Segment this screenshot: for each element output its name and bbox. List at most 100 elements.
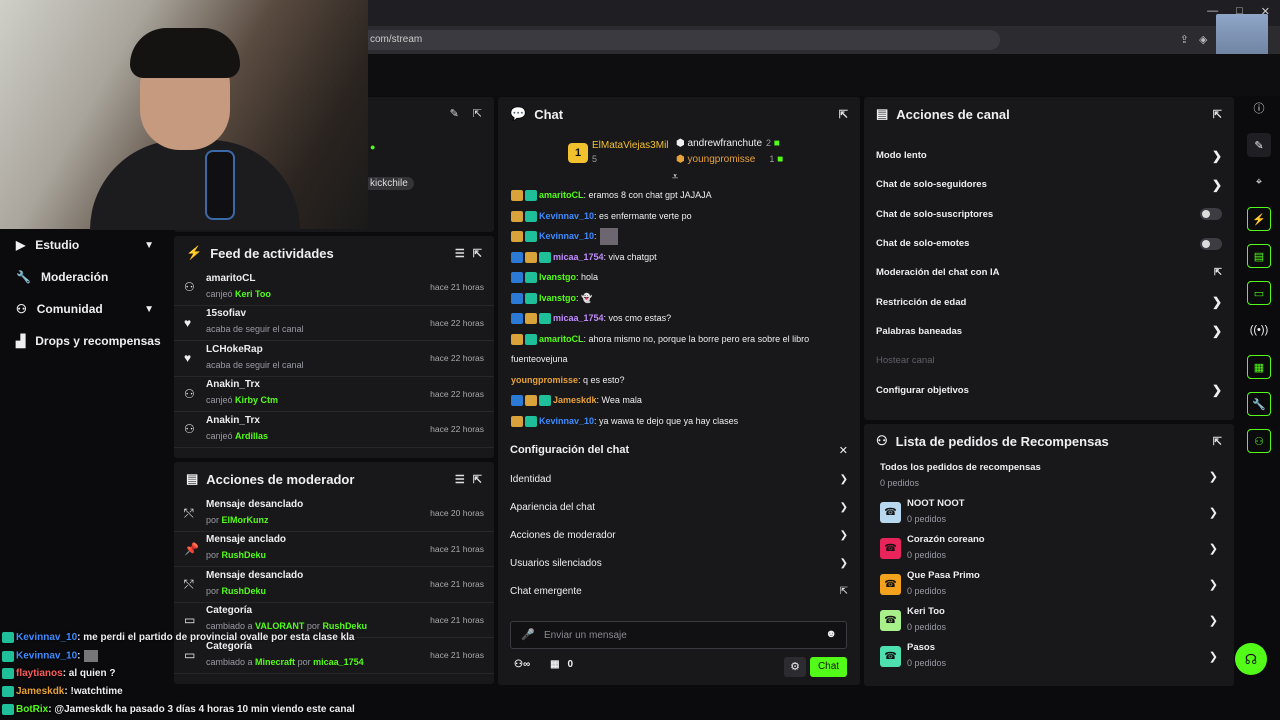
leader-name[interactable]: ⬢ andrewfranchute 2 ■ <box>676 138 780 149</box>
feed-user[interactable]: Anakin_Trx <box>206 415 430 426</box>
filter-icon[interactable]: ☰ <box>455 247 465 260</box>
feed-item[interactable]: ⚇ amaritoCL canjeó Keri Too hace 21 hora… <box>174 270 494 306</box>
chat-username[interactable]: Ivanstgo <box>539 272 576 282</box>
sidebar-item-comunidad[interactable]: ⚇ Comunidad ▼ <box>0 293 170 325</box>
collapse-icon[interactable]: ⩡ <box>672 171 678 184</box>
info-icon[interactable]: ⓘ <box>1247 96 1271 120</box>
chat-username[interactable]: amaritoCL <box>539 190 584 200</box>
sidebar-item-estudio[interactable]: ▶ Estudio ▼ <box>0 229 170 261</box>
toggle-switch[interactable] <box>1200 208 1222 221</box>
popout-icon[interactable]: ⇱ <box>1213 108 1222 121</box>
chat-message[interactable]: Kevinnav_10: <box>498 226 860 247</box>
wrench-icon[interactable]: 🔧 <box>1247 392 1271 416</box>
mod-action-item[interactable]: ▭ Categoría cambiado a Minecraft por mica… <box>174 638 494 674</box>
chat-username[interactable]: Ivanstgo <box>539 293 576 303</box>
chat-config-item[interactable]: Identidad ❯ <box>498 465 860 493</box>
filter-icon[interactable]: ☰ <box>455 473 465 486</box>
feed-item[interactable]: ⚇ Anakin_Trx canjeó Ardillas hace 22 hor… <box>174 412 494 448</box>
feed-item[interactable]: ♥ LCHokeRap acaba de seguir el canal hac… <box>174 341 494 377</box>
popout-icon[interactable]: ⇱ <box>839 108 848 121</box>
chat-config-item[interactable]: Usuarios silenciados ❯ <box>498 549 860 577</box>
channel-action-item[interactable]: Modo lento ❯ <box>864 141 1234 170</box>
store-icon[interactable]: ▦ <box>550 659 559 670</box>
chat-input[interactable]: 🎤 Enviar un mensaje ☻ <box>510 621 847 649</box>
focus-icon[interactable]: ⌖ <box>1247 170 1271 194</box>
microphone-icon[interactable]: 🎤 <box>521 628 535 641</box>
popout-icon[interactable]: ⇱ <box>473 247 482 260</box>
chat-message[interactable]: amaritoCL: eramos 8 con chat gpt JAJAJA <box>498 185 860 206</box>
chat-username[interactable]: amaritoCL <box>539 334 584 344</box>
chat-config-item[interactable]: Acciones de moderador ❯ <box>498 521 860 549</box>
channel-action-item[interactable]: Chat de solo-seguidores ❯ <box>864 170 1234 199</box>
chat-message[interactable]: amaritoCL: ahora mismo no, porque la bor… <box>498 329 860 350</box>
reward-item[interactable]: ☎ NOOT NOOT 0 pedidos ❯ <box>864 494 1234 530</box>
chat-message[interactable]: Ivanstgo: hola <box>498 267 860 288</box>
channel-action-item[interactable]: Configurar objetivos ❯ <box>864 375 1234 404</box>
chat-username[interactable]: Kevinnav_10 <box>539 416 594 426</box>
reward-item[interactable]: ☎ Keri Too 0 pedidos ❯ <box>864 602 1234 638</box>
feed-user[interactable]: amaritoCL <box>206 273 430 284</box>
support-button[interactable]: ☊ <box>1235 643 1267 675</box>
leader-name[interactable]: ElMataViejas3Mil <box>592 140 669 151</box>
bolt-icon[interactable]: ⚡ <box>1247 207 1271 231</box>
chat-username[interactable]: Jameskdk <box>553 395 597 405</box>
chat-username[interactable]: youngpromisse <box>511 375 578 385</box>
chat-message[interactable]: youngpromisse: q es esto? <box>498 370 860 391</box>
share-icon[interactable]: ⇪ <box>1180 33 1189 46</box>
feed-reward: Kirby Ctm <box>235 395 279 406</box>
shield-icon[interactable]: ◈ <box>1199 33 1207 46</box>
reward-item[interactable]: ☎ Corazón coreano 0 pedidos ❯ <box>864 530 1234 566</box>
feed-user[interactable]: Anakin_Trx <box>206 379 430 390</box>
chat-message[interactable]: Kevinnav_10: es enfermante verte po <box>498 206 860 227</box>
channel-action-item[interactable]: Moderación del chat con IA ⇱ <box>864 258 1234 287</box>
feed-item[interactable]: ♥ 15sofiav acaba de seguir el canal hace… <box>174 306 494 341</box>
channel-action-item[interactable]: Chat de solo-emotes <box>864 229 1234 258</box>
popout-icon[interactable]: ⇱ <box>1213 435 1222 448</box>
toggle-switch[interactable] <box>1200 237 1222 250</box>
close-icon[interactable]: ✕ <box>839 444 848 457</box>
feed-user[interactable]: 15sofiav <box>206 308 430 319</box>
address-bar[interactable]: com/stream <box>360 30 1000 50</box>
sidebar-item-drops[interactable]: ▟ Drops y recompensas <box>0 325 170 357</box>
chat-config-item[interactable]: Apariencia del chat ❯ <box>498 493 860 521</box>
chat-config-item[interactable]: Chat emergente ⇱ <box>498 577 860 605</box>
feed-user[interactable]: LCHokeRap <box>206 344 430 355</box>
chat-bubble-icon[interactable]: ▭ <box>1247 281 1271 305</box>
emote-icon[interactable]: ☻ <box>825 628 837 640</box>
all-rewards-item[interactable]: Todos los pedidos de recompensas 0 pedido… <box>864 458 1234 494</box>
popout-icon[interactable]: ⇱ <box>473 473 482 486</box>
notes-icon[interactable]: ▤ <box>1247 244 1271 268</box>
reward-icon[interactable]: ⚇ <box>1247 429 1271 453</box>
chat-username[interactable]: Kevinnav_10 <box>539 231 594 241</box>
chat-message[interactable]: micaa_1754: vos cmo estas? <box>498 308 860 329</box>
pencil-icon[interactable]: ✎ <box>1247 133 1271 157</box>
settings-icon[interactable]: ⚙ <box>784 657 806 677</box>
chat-message[interactable]: Kevinnav_10: ya wawa te dejo que ya hay … <box>498 411 860 432</box>
edit-icon[interactable]: ✎ <box>450 107 459 120</box>
chat-username[interactable]: micaa_1754 <box>553 313 604 323</box>
reward-item[interactable]: ☎ Que Pasa Primo 0 pedidos ❯ <box>864 566 1234 602</box>
tv-icon[interactable]: ▦ <box>1247 355 1271 379</box>
mod-action-item[interactable]: ⤲ Mensaje desanclado por ElMorKunz hace 2… <box>174 496 494 532</box>
chat-message[interactable]: fuenteovejuna <box>498 349 860 370</box>
popout-icon[interactable]: ⇱ <box>473 107 482 120</box>
feed-item[interactable]: ⚇ Anakin_Trx canjeó Kirby Ctm hace 22 ho… <box>174 377 494 412</box>
chat-message[interactable]: Ivanstgo: 👻 <box>498 288 860 309</box>
channel-action-item[interactable]: Chat de solo-suscriptores <box>864 200 1234 229</box>
leader-name[interactable]: ⬢ youngpromisse 1 ■ <box>676 154 783 165</box>
mod-action-item[interactable]: 📌 Mensaje anclado por RushDeku hace 21 ho… <box>174 532 494 567</box>
reward-item[interactable]: ☎ Pasos 0 pedidos ❯ <box>864 638 1234 674</box>
chat-message[interactable]: micaa_1754: viva chatgpt <box>498 247 860 268</box>
channel-action-item[interactable]: Restricción de edad ❯ <box>864 287 1234 316</box>
broadcast-icon[interactable]: ((•)) <box>1247 318 1271 342</box>
chat-message[interactable]: Jameskdk: Wea mala <box>498 390 860 411</box>
feed-action: canjeó <box>206 288 233 299</box>
chat-username[interactable]: micaa_1754 <box>553 252 604 262</box>
chat-text: : eramos 8 con chat gpt JAJAJA <box>583 190 712 200</box>
mod-action-item[interactable]: ⤲ Mensaje desanclado por RushDeku hace 21… <box>174 567 494 603</box>
channel-action-item[interactable]: Palabras baneadas ❯ <box>864 317 1234 346</box>
points-icon[interactable]: ⚇∞ <box>514 659 530 670</box>
send-chat-button[interactable]: Chat <box>810 657 847 677</box>
sidebar-item-moderacion[interactable]: 🔧 Moderación <box>0 261 170 293</box>
chat-username[interactable]: Kevinnav_10 <box>539 211 594 221</box>
